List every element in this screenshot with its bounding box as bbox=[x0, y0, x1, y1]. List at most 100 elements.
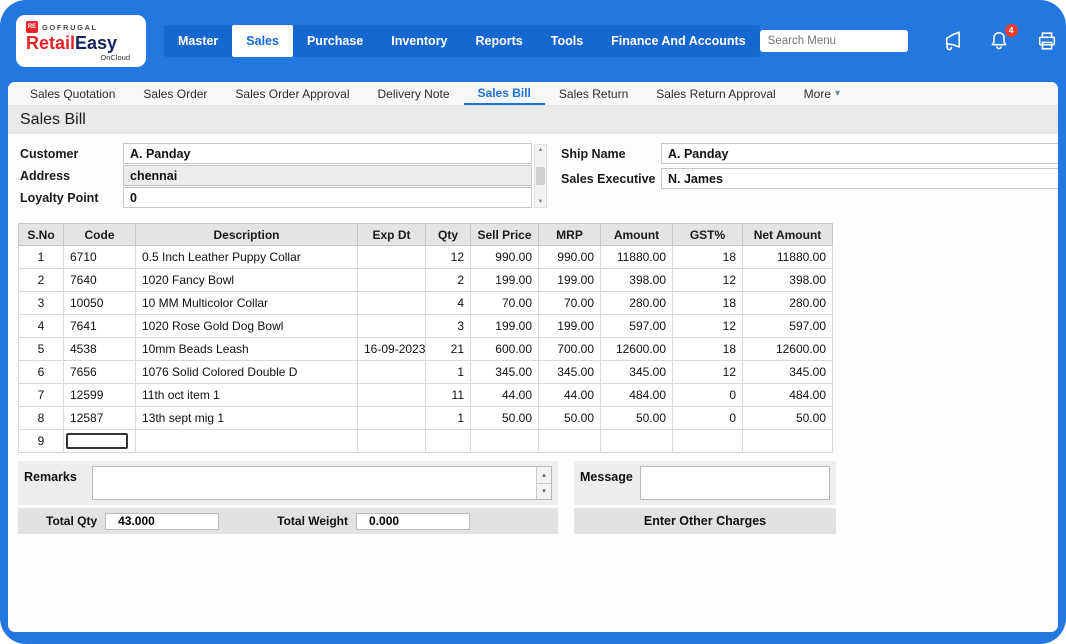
cell-qty[interactable] bbox=[426, 430, 471, 453]
cell-sell-price[interactable]: 199.00 bbox=[471, 315, 539, 338]
cell-mrp[interactable]: 990.00 bbox=[539, 246, 601, 269]
cell-amount[interactable]: 345.00 bbox=[601, 361, 673, 384]
cell-gst[interactable]: 12 bbox=[673, 315, 743, 338]
address-input[interactable] bbox=[123, 165, 532, 186]
cell-mrp[interactable]: 700.00 bbox=[539, 338, 601, 361]
cell-qty[interactable]: 1 bbox=[426, 361, 471, 384]
cell-qty[interactable]: 2 bbox=[426, 269, 471, 292]
cell-sell-price[interactable]: 50.00 bbox=[471, 407, 539, 430]
spinner-up-icon[interactable]: ▴ bbox=[537, 467, 551, 484]
tab-sales-order[interactable]: Sales Order bbox=[129, 82, 221, 105]
cell-sno[interactable]: 8 bbox=[19, 407, 64, 430]
cell-code[interactable]: 7640 bbox=[64, 269, 136, 292]
cell-description[interactable]: 1020 Rose Gold Dog Bowl bbox=[136, 315, 358, 338]
cell-net-amount[interactable]: 280.00 bbox=[743, 292, 833, 315]
tab-sales-quotation[interactable]: Sales Quotation bbox=[16, 82, 129, 105]
cell-qty[interactable]: 21 bbox=[426, 338, 471, 361]
spinner-down-icon[interactable]: ▾ bbox=[537, 484, 551, 500]
announcement-icon[interactable] bbox=[940, 30, 963, 53]
menu-item-inventory[interactable]: Inventory bbox=[377, 25, 461, 57]
cell-mrp[interactable]: 199.00 bbox=[539, 269, 601, 292]
cell-sell-price[interactable]: 199.00 bbox=[471, 269, 539, 292]
cell-sno[interactable]: 7 bbox=[19, 384, 64, 407]
remarks-textarea[interactable] bbox=[93, 467, 536, 499]
cell-exp-dt[interactable] bbox=[358, 315, 426, 338]
cell-code[interactable]: 7656 bbox=[64, 361, 136, 384]
cell-net-amount[interactable] bbox=[743, 430, 833, 453]
cell-sell-price[interactable]: 345.00 bbox=[471, 361, 539, 384]
ship-name-input[interactable] bbox=[661, 143, 1058, 164]
cell-net-amount[interactable]: 398.00 bbox=[743, 269, 833, 292]
message-input[interactable] bbox=[640, 466, 830, 500]
bell-icon[interactable]: 4 bbox=[988, 30, 1011, 53]
cell-description[interactable]: 10 MM Multicolor Collar bbox=[136, 292, 358, 315]
cell-net-amount[interactable]: 484.00 bbox=[743, 384, 833, 407]
enter-other-charges-button[interactable]: Enter Other Charges bbox=[574, 514, 836, 528]
cell-mrp[interactable]: 199.00 bbox=[539, 315, 601, 338]
tab-sales-order-approval[interactable]: Sales Order Approval bbox=[221, 82, 363, 105]
cell-code[interactable]: 10050 bbox=[64, 292, 136, 315]
cell-mrp[interactable] bbox=[539, 430, 601, 453]
printer-icon[interactable] bbox=[1036, 30, 1059, 53]
cell-net-amount[interactable]: 597.00 bbox=[743, 315, 833, 338]
cell-description[interactable]: 1020 Fancy Bowl bbox=[136, 269, 358, 292]
cell-mrp[interactable]: 345.00 bbox=[539, 361, 601, 384]
search-input[interactable] bbox=[760, 30, 908, 52]
cell-exp-dt[interactable] bbox=[358, 384, 426, 407]
cell-gst[interactable]: 0 bbox=[673, 407, 743, 430]
cell-qty[interactable]: 4 bbox=[426, 292, 471, 315]
menu-item-reports[interactable]: Reports bbox=[462, 25, 537, 57]
cell-amount[interactable]: 11880.00 bbox=[601, 246, 673, 269]
cell-code[interactable] bbox=[64, 430, 136, 453]
tab-more[interactable]: More▾ bbox=[790, 82, 854, 105]
cell-sno[interactable]: 3 bbox=[19, 292, 64, 315]
cell-gst[interactable]: 12 bbox=[673, 269, 743, 292]
cell-gst[interactable] bbox=[673, 430, 743, 453]
tab-sales-return[interactable]: Sales Return bbox=[545, 82, 642, 105]
cell-description[interactable]: 13th sept mig 1 bbox=[136, 407, 358, 430]
customer-input[interactable] bbox=[123, 143, 532, 164]
cell-mrp[interactable]: 70.00 bbox=[539, 292, 601, 315]
cell-exp-dt[interactable] bbox=[358, 246, 426, 269]
cell-sell-price[interactable] bbox=[471, 430, 539, 453]
remarks-spinner[interactable]: ▴ ▾ bbox=[536, 467, 551, 499]
cell-sell-price[interactable]: 990.00 bbox=[471, 246, 539, 269]
cell-gst[interactable]: 0 bbox=[673, 384, 743, 407]
cell-gst[interactable]: 18 bbox=[673, 292, 743, 315]
cell-gst[interactable]: 18 bbox=[673, 246, 743, 269]
cell-amount[interactable]: 12600.00 bbox=[601, 338, 673, 361]
cell-exp-dt[interactable]: 16-09-2023 bbox=[358, 338, 426, 361]
cell-sell-price[interactable]: 70.00 bbox=[471, 292, 539, 315]
cell-description[interactable]: 0.5 Inch Leather Puppy Collar bbox=[136, 246, 358, 269]
cell-gst[interactable]: 18 bbox=[673, 338, 743, 361]
cell-qty[interactable]: 12 bbox=[426, 246, 471, 269]
menu-item-sales[interactable]: Sales bbox=[232, 25, 293, 57]
cell-code[interactable]: 4538 bbox=[64, 338, 136, 361]
cell-net-amount[interactable]: 345.00 bbox=[743, 361, 833, 384]
cell-mrp[interactable]: 50.00 bbox=[539, 407, 601, 430]
cell-sno[interactable]: 9 bbox=[19, 430, 64, 453]
cell-description[interactable]: 11th oct item 1 bbox=[136, 384, 358, 407]
tab-sales-return-approval[interactable]: Sales Return Approval bbox=[642, 82, 789, 105]
sales-executive-input[interactable] bbox=[661, 168, 1058, 189]
cell-sell-price[interactable]: 600.00 bbox=[471, 338, 539, 361]
cell-qty[interactable]: 3 bbox=[426, 315, 471, 338]
cell-sno[interactable]: 2 bbox=[19, 269, 64, 292]
cell-amount[interactable]: 50.00 bbox=[601, 407, 673, 430]
cell-amount[interactable] bbox=[601, 430, 673, 453]
cell-net-amount[interactable]: 12600.00 bbox=[743, 338, 833, 361]
cell-sno[interactable]: 4 bbox=[19, 315, 64, 338]
form-scrollbar[interactable]: ▲ ▼ bbox=[534, 144, 547, 208]
cell-sell-price[interactable]: 44.00 bbox=[471, 384, 539, 407]
cell-code[interactable]: 12599 bbox=[64, 384, 136, 407]
cell-code[interactable]: 12587 bbox=[64, 407, 136, 430]
cell-sno[interactable]: 6 bbox=[19, 361, 64, 384]
cell-code[interactable]: 7641 bbox=[64, 315, 136, 338]
cell-amount[interactable]: 398.00 bbox=[601, 269, 673, 292]
cell-description[interactable]: 1076 Solid Colored Double D bbox=[136, 361, 358, 384]
cell-gst[interactable]: 12 bbox=[673, 361, 743, 384]
cell-amount[interactable]: 484.00 bbox=[601, 384, 673, 407]
menu-item-purchase[interactable]: Purchase bbox=[293, 25, 377, 57]
cell-sno[interactable]: 5 bbox=[19, 338, 64, 361]
tab-delivery-note[interactable]: Delivery Note bbox=[363, 82, 463, 105]
